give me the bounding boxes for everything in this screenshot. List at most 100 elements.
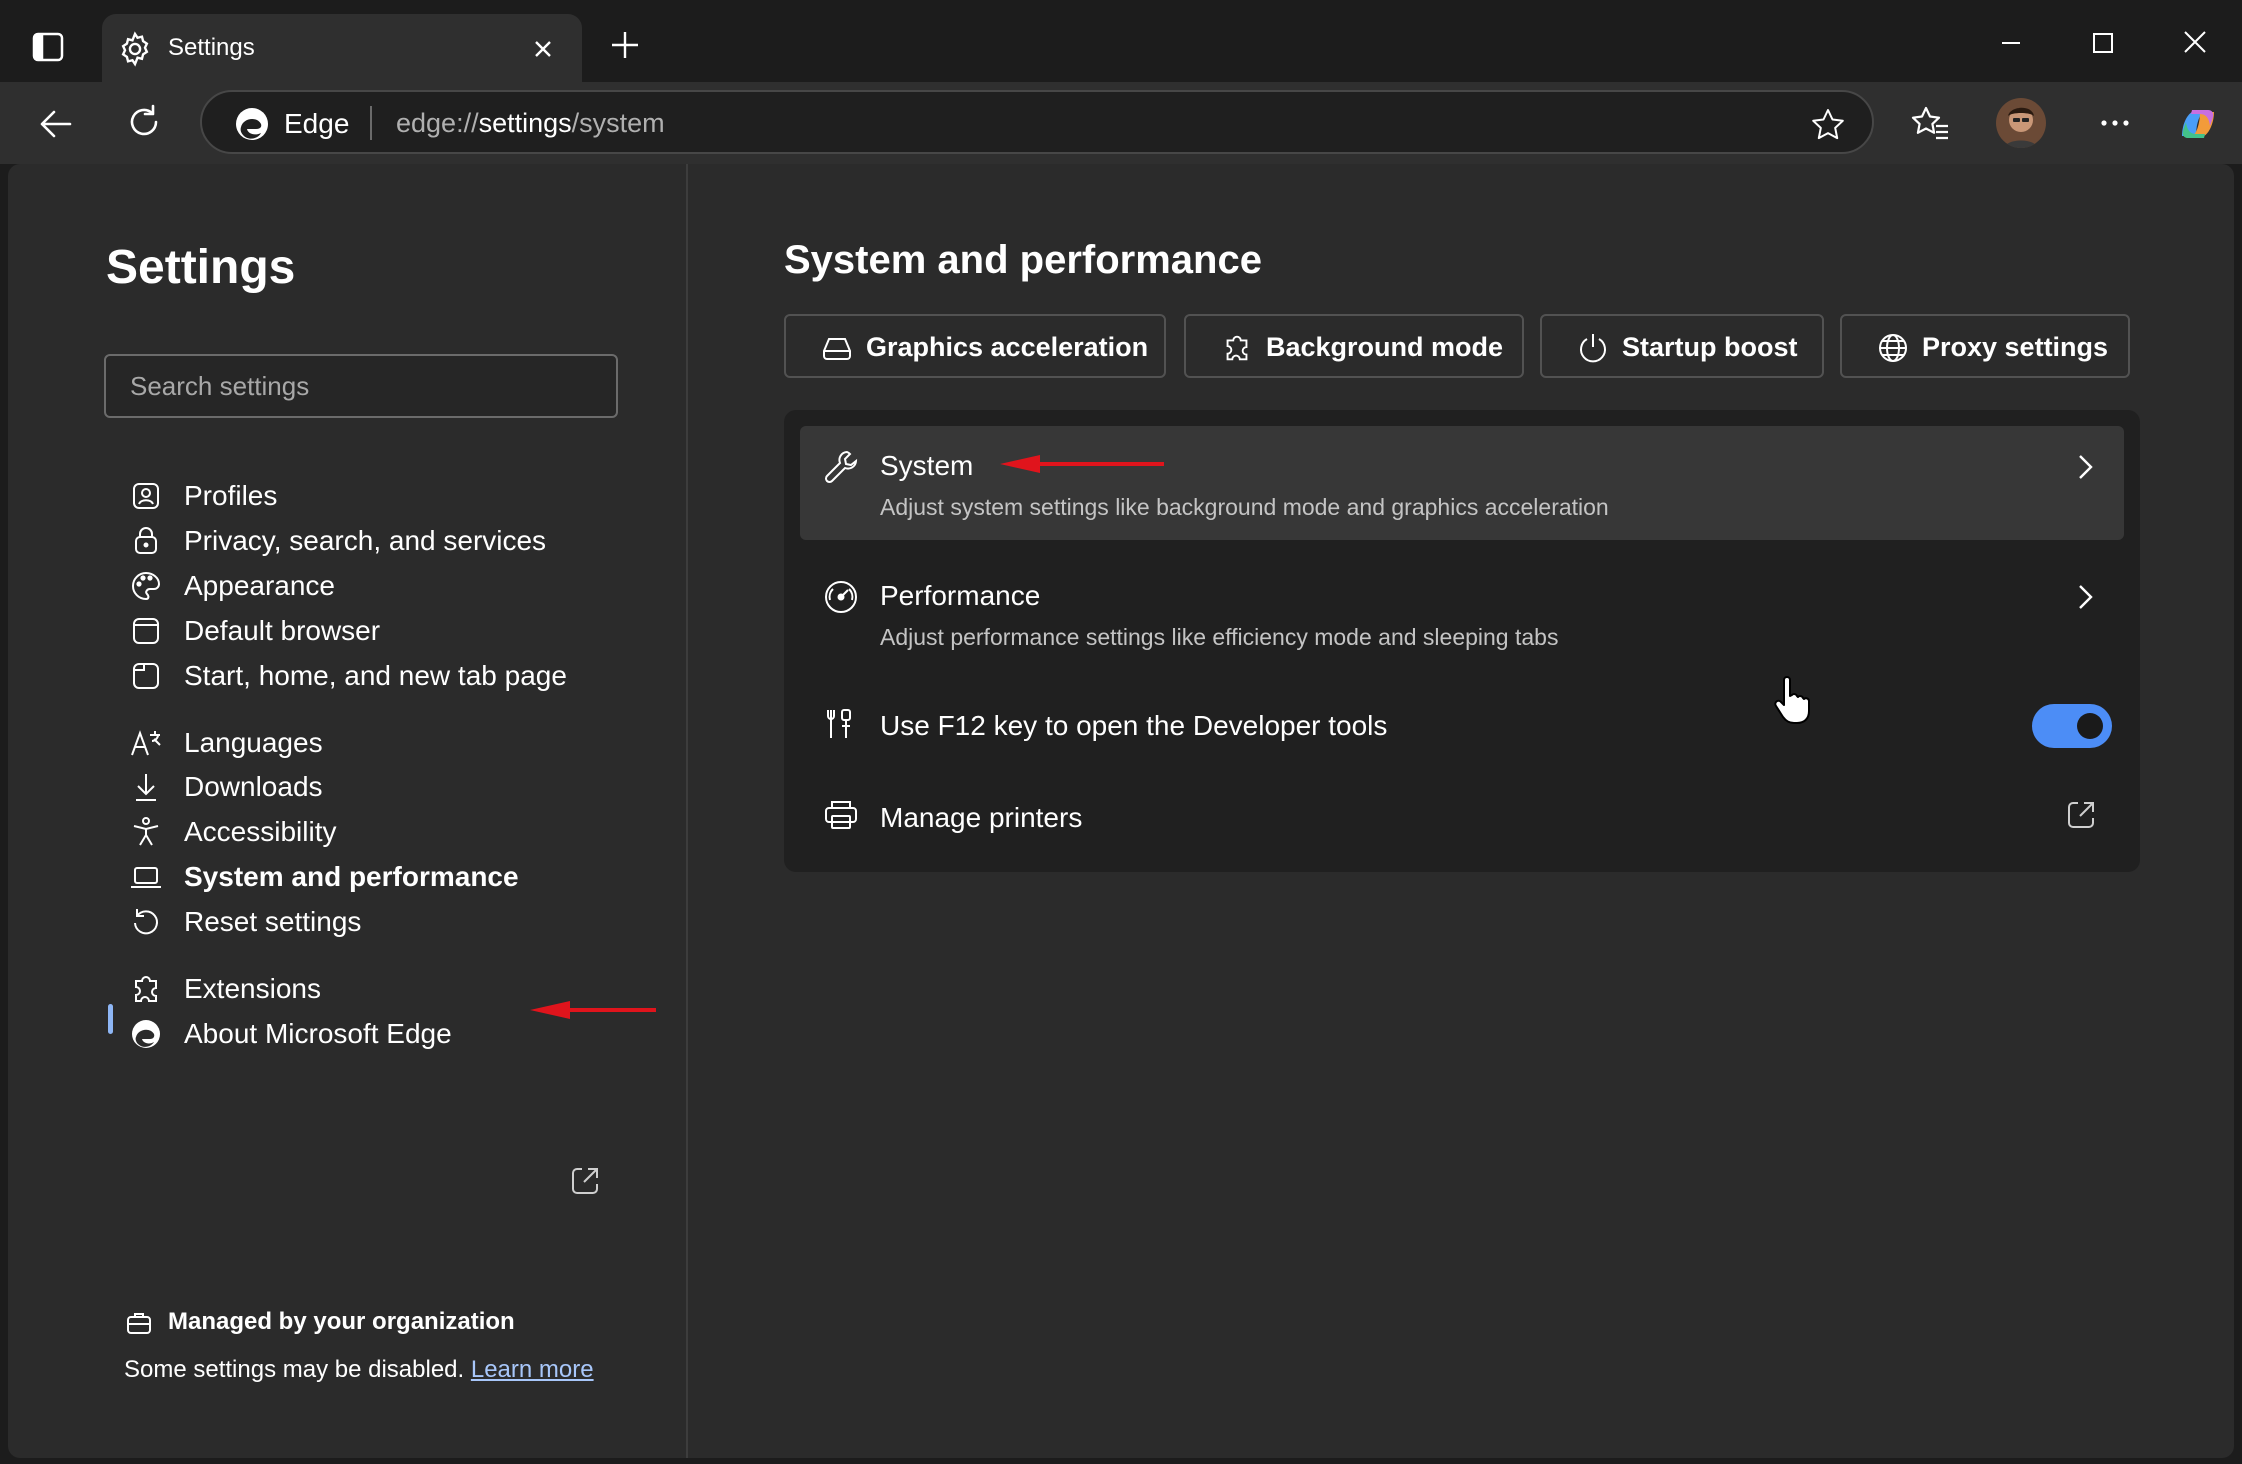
laptop-icon bbox=[128, 859, 164, 895]
puzzle-icon bbox=[128, 971, 164, 1007]
more-icon[interactable] bbox=[2090, 108, 2140, 138]
row-title: Use F12 key to open the Developer tools bbox=[880, 710, 1388, 741]
tab-title: Settings bbox=[168, 34, 255, 61]
wrench-icon bbox=[822, 448, 860, 486]
refresh-icon[interactable] bbox=[118, 100, 170, 148]
sidebar-item-label: System and performance bbox=[184, 861, 519, 892]
sidebar-item-label: Appearance bbox=[184, 570, 336, 601]
browser-icon bbox=[128, 613, 164, 649]
system-row[interactable]: System Adjust system settings like backg… bbox=[800, 426, 2124, 540]
chip-label: Proxy settings bbox=[1922, 332, 2109, 362]
chip-label: Graphics acceleration bbox=[866, 332, 1149, 362]
edge-label: Edge bbox=[284, 108, 350, 139]
performance-icon bbox=[822, 578, 860, 616]
favorites-icon[interactable] bbox=[1906, 102, 1954, 146]
url-path: /system bbox=[571, 108, 665, 138]
f12-devtools-row: Use F12 key to open the Developer tools bbox=[800, 686, 2124, 766]
avatar[interactable] bbox=[1996, 98, 2046, 148]
close-icon[interactable] bbox=[530, 36, 556, 62]
home-tab-icon bbox=[128, 658, 164, 694]
accessibility-icon bbox=[128, 814, 164, 850]
edge-logo-icon bbox=[234, 106, 270, 142]
back-icon[interactable] bbox=[30, 102, 82, 146]
gear-icon bbox=[116, 30, 154, 68]
background-mode-button[interactable]: Background mode bbox=[1184, 314, 1524, 378]
star-icon[interactable] bbox=[1808, 106, 1848, 142]
row-description: Adjust system settings like background m… bbox=[880, 494, 1609, 520]
copilot-icon[interactable] bbox=[2172, 98, 2224, 150]
sidebar-item-label: Start, home, and new tab page bbox=[184, 660, 567, 691]
active-indicator bbox=[108, 1004, 113, 1034]
lock-icon bbox=[128, 523, 164, 559]
languages-icon bbox=[128, 725, 164, 761]
search-input[interactable] bbox=[106, 356, 616, 416]
palette-icon bbox=[128, 568, 164, 604]
address-bar[interactable]: Edge edge://settings/system bbox=[200, 90, 1874, 154]
manage-printers-row[interactable]: Manage printers bbox=[800, 782, 2124, 856]
sidebar-item-label: Extensions bbox=[184, 973, 321, 1004]
sidebar-item-reset[interactable]: Reset settings bbox=[128, 896, 648, 948]
annotation-arrow bbox=[998, 454, 1168, 474]
row-title: Manage printers bbox=[880, 802, 1083, 833]
sidebar-item-label: About Microsoft Edge bbox=[184, 1018, 452, 1049]
puzzle-icon bbox=[1220, 331, 1254, 365]
sidebar-item-label: Default browser bbox=[184, 615, 381, 646]
settings-sidebar: Settings Profiles Privacy, search, and s… bbox=[8, 164, 688, 1458]
sidebar-title: Settings bbox=[106, 241, 296, 294]
open-external-icon[interactable] bbox=[568, 1164, 602, 1198]
managed-note-text: Some settings may be disabled. bbox=[124, 1356, 465, 1383]
hand-cursor-icon bbox=[1772, 676, 1812, 726]
performance-row[interactable]: Performance Adjust performance settings … bbox=[800, 556, 2124, 670]
chip-label: Startup boost bbox=[1622, 332, 1798, 362]
sidebar-item-label: Accessibility bbox=[184, 816, 337, 847]
drive-icon bbox=[820, 331, 854, 365]
annotation-arrow bbox=[528, 1000, 658, 1020]
briefcase-icon bbox=[124, 1308, 154, 1338]
chevron-right-icon bbox=[2072, 450, 2098, 484]
address-divider bbox=[370, 106, 372, 140]
toolbar: Edge edge://settings/system bbox=[0, 82, 2242, 164]
graphics-acceleration-button[interactable]: Graphics acceleration bbox=[784, 314, 1166, 378]
url-text[interactable]: edge://settings/system bbox=[396, 108, 665, 139]
title-bar: Settings bbox=[0, 0, 2242, 82]
sidebar-item-start-home[interactable]: Start, home, and new tab page bbox=[128, 650, 648, 702]
row-description: Adjust performance settings like efficie… bbox=[880, 624, 1559, 650]
printer-icon bbox=[822, 796, 860, 834]
startup-boost-button[interactable]: Startup boost bbox=[1540, 314, 1824, 378]
settings-page: Settings Profiles Privacy, search, and s… bbox=[8, 164, 2234, 1458]
search-settings-field[interactable] bbox=[104, 354, 618, 418]
proxy-settings-button[interactable]: Proxy settings bbox=[1840, 314, 2130, 378]
f12-toggle[interactable] bbox=[2032, 704, 2112, 748]
tools-icon bbox=[822, 706, 860, 744]
url-prefix: edge:// bbox=[396, 108, 479, 138]
sidebar-item-label: Languages bbox=[184, 727, 323, 758]
settings-card: System Adjust system settings like backg… bbox=[784, 410, 2140, 872]
power-icon bbox=[1576, 331, 1610, 365]
managed-label: Managed by your organization bbox=[168, 1308, 515, 1335]
reset-icon bbox=[128, 904, 164, 940]
url-host: settings bbox=[478, 108, 572, 138]
managed-note: Some settings may be disabled. Learn mor… bbox=[124, 1356, 594, 1384]
chevron-right-icon bbox=[2072, 580, 2098, 614]
sidebar-item-label: Privacy, search, and services bbox=[184, 525, 547, 556]
minimize-icon[interactable] bbox=[1986, 24, 2036, 62]
sidebar-item-label: Profiles bbox=[184, 480, 278, 511]
row-title: System bbox=[880, 450, 974, 481]
learn-more-link[interactable]: Learn more bbox=[471, 1356, 594, 1383]
edge-logo-icon bbox=[128, 1016, 164, 1052]
sidebar-item-label: Reset settings bbox=[184, 906, 362, 937]
sidebar-item-label: Downloads bbox=[184, 771, 323, 802]
sidebar-toggle-icon[interactable] bbox=[22, 24, 74, 72]
tab-settings[interactable]: Settings bbox=[102, 14, 582, 82]
globe-icon bbox=[1876, 331, 1910, 365]
maximize-icon[interactable] bbox=[2078, 22, 2128, 64]
close-icon[interactable] bbox=[2170, 20, 2220, 64]
toggle-knob bbox=[2077, 713, 2103, 739]
page-title: System and performance bbox=[784, 238, 1262, 282]
open-external-icon bbox=[2064, 798, 2098, 832]
download-icon bbox=[128, 769, 164, 805]
profile-icon bbox=[128, 478, 164, 514]
row-title: Performance bbox=[880, 580, 1041, 611]
plus-icon[interactable] bbox=[606, 26, 644, 64]
chip-label: Background mode bbox=[1266, 332, 1504, 362]
